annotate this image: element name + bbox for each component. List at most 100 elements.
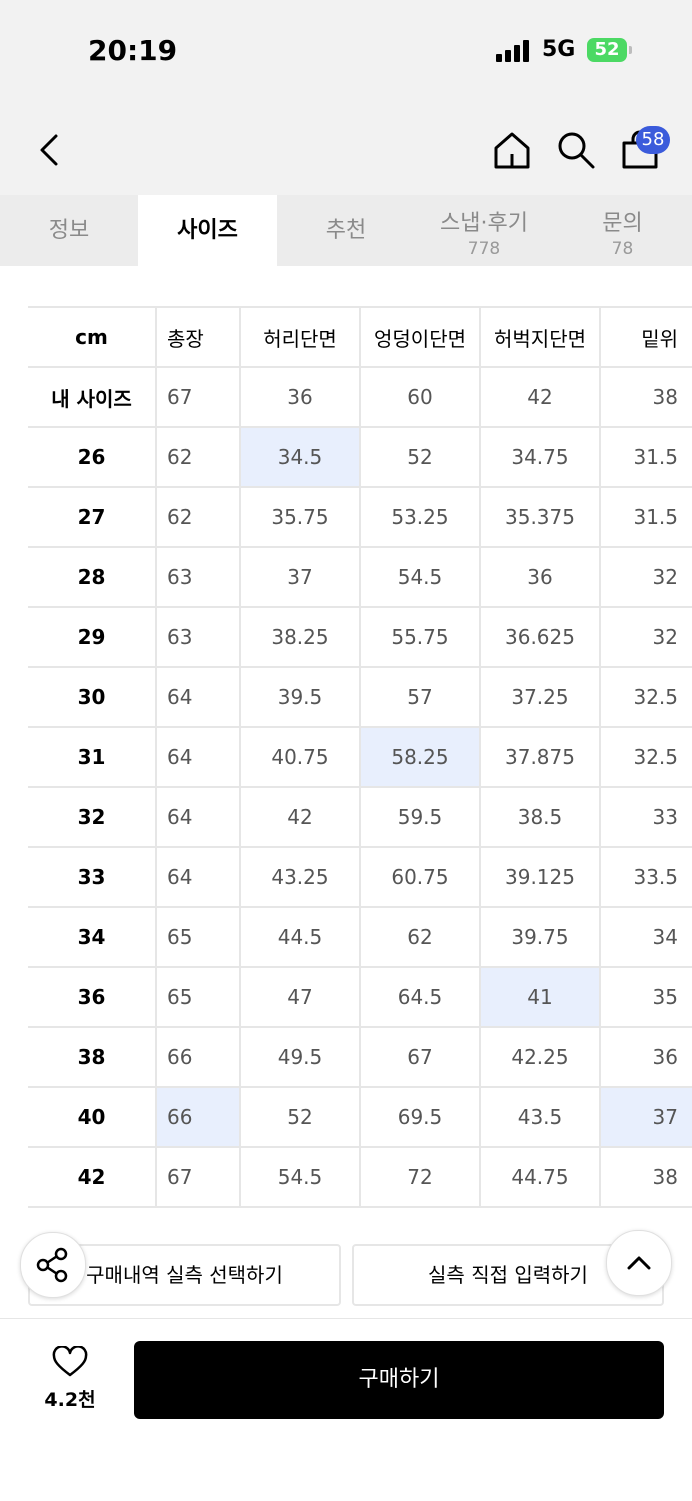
size-label-cell: 27 bbox=[28, 487, 157, 548]
table-cell: 65 bbox=[156, 907, 241, 968]
table-cell: 34.75 bbox=[480, 427, 601, 488]
table-cell: 63 bbox=[156, 607, 241, 668]
table-cell: 32 bbox=[600, 547, 692, 608]
table-cell: 52 bbox=[240, 1087, 361, 1148]
tab-count: 78 bbox=[611, 239, 634, 259]
table-cell: 42.25 bbox=[480, 1027, 601, 1088]
table-cell: 37 bbox=[240, 547, 361, 608]
table-cell: 37.25 bbox=[480, 667, 601, 728]
size-label-cell: 40 bbox=[28, 1087, 157, 1148]
table-cell: 64 bbox=[156, 847, 241, 908]
search-icon[interactable] bbox=[556, 130, 596, 170]
table-cell: 37.875 bbox=[480, 727, 601, 788]
battery-tip bbox=[629, 46, 632, 54]
table-cell: 67 bbox=[360, 1027, 481, 1088]
table-row: 29 63 38.25 55.75 36.625 32 bbox=[28, 607, 692, 668]
signal-icon bbox=[496, 40, 532, 62]
table-row: 33 64 43.25 60.75 39.125 33.5 bbox=[28, 847, 692, 908]
table-cell: 47 bbox=[240, 967, 361, 1028]
buy-button[interactable]: 구매하기 bbox=[134, 1341, 664, 1419]
table-cell: 31.5 bbox=[600, 427, 692, 488]
table-cell: 44.5 bbox=[240, 907, 361, 968]
tab-size[interactable]: 사이즈 bbox=[138, 195, 277, 266]
tab-recommend[interactable]: 추천 bbox=[277, 195, 415, 266]
back-arrow-icon[interactable] bbox=[36, 132, 64, 168]
table-cell: 39.125 bbox=[480, 847, 601, 908]
table-row: 34 65 44.5 62 39.75 34 bbox=[28, 907, 692, 968]
size-label-cell: 28 bbox=[28, 547, 157, 608]
table-cell: 64.5 bbox=[360, 967, 481, 1028]
tab-info[interactable]: 정보 bbox=[0, 195, 138, 266]
table-cell: 34 bbox=[600, 907, 692, 968]
table-row: 내 사이즈 67 36 60 42 38 bbox=[28, 367, 692, 428]
table-header-cell: cm bbox=[28, 306, 157, 368]
table-header-cell: 총장 bbox=[156, 306, 241, 368]
status-time: 20:19 bbox=[88, 34, 178, 67]
like-count: 4.2천 bbox=[44, 1389, 96, 1411]
table-row: 30 64 39.5 57 37.25 32.5 bbox=[28, 667, 692, 728]
scroll-to-top-button[interactable] bbox=[606, 1230, 672, 1296]
table-row: 28 63 37 54.5 36 32 bbox=[28, 547, 692, 608]
home-icon[interactable] bbox=[492, 130, 532, 170]
table-cell: 38 bbox=[600, 1147, 692, 1208]
tab-label: 사이즈 bbox=[177, 218, 238, 243]
tab-snap-review[interactable]: 스냅·후기 778 bbox=[415, 195, 553, 266]
table-cell: 33.5 bbox=[600, 847, 692, 908]
table-row: 42 67 54.5 72 44.75 38 bbox=[28, 1147, 692, 1208]
table-header-cell: 밑위 bbox=[600, 306, 692, 368]
table-cell: 32.5 bbox=[600, 727, 692, 788]
tab-bar: 정보 사이즈 추천 스냅·후기 778 문의 78 bbox=[0, 195, 692, 266]
table-cell: 62 bbox=[360, 907, 481, 968]
tab-label: 문의 bbox=[602, 211, 643, 236]
table-cell: 43.5 bbox=[480, 1087, 601, 1148]
table-cell: 32.5 bbox=[600, 667, 692, 728]
table-cell: 53.25 bbox=[360, 487, 481, 548]
table-cell: 40.75 bbox=[240, 727, 361, 788]
size-table: cm 총장 허리단면 엉덩이단면 허벅지단면 밑위 내 사이즈 67 36 60 42 38 26 62 3… bbox=[28, 306, 692, 1208]
share-button[interactable] bbox=[20, 1232, 86, 1298]
table-header-row: cm 총장 허리단면 엉덩이단면 허벅지단면 밑위 bbox=[28, 306, 692, 368]
table-cell: 37 bbox=[600, 1087, 692, 1148]
table-cell: 72 bbox=[360, 1147, 481, 1208]
tab-inquiry[interactable]: 문의 78 bbox=[553, 195, 692, 266]
size-label-cell: 31 bbox=[28, 727, 157, 788]
table-cell: 52 bbox=[360, 427, 481, 488]
table-cell: 54.5 bbox=[240, 1147, 361, 1208]
table-cell: 60.75 bbox=[360, 847, 481, 908]
heart-icon[interactable] bbox=[52, 1346, 88, 1378]
table-cell: 62 bbox=[156, 427, 241, 488]
table-cell: 42 bbox=[480, 367, 601, 428]
table-cell: 58.25 bbox=[360, 727, 481, 788]
table-cell: 39.5 bbox=[240, 667, 361, 728]
table-row: 27 62 35.75 53.25 35.375 31.5 bbox=[28, 487, 692, 548]
table-cell: 59.5 bbox=[360, 787, 481, 848]
table-row: 32 64 42 59.5 38.5 33 bbox=[28, 787, 692, 848]
table-cell: 32 bbox=[600, 607, 692, 668]
table-cell: 64 bbox=[156, 667, 241, 728]
size-label-cell: 30 bbox=[28, 667, 157, 728]
table-cell: 60 bbox=[360, 367, 481, 428]
table-row: 38 66 49.5 67 42.25 36 bbox=[28, 1027, 692, 1088]
table-cell: 55.75 bbox=[360, 607, 481, 668]
table-cell: 42 bbox=[240, 787, 361, 848]
table-cell: 38.5 bbox=[480, 787, 601, 848]
tab-label: 정보 bbox=[48, 218, 90, 243]
table-cell: 54.5 bbox=[360, 547, 481, 608]
table-cell: 36.625 bbox=[480, 607, 601, 668]
table-cell: 33 bbox=[600, 787, 692, 848]
share-icon bbox=[36, 1247, 68, 1283]
table-cell: 49.5 bbox=[240, 1027, 361, 1088]
size-label-cell: 내 사이즈 bbox=[28, 367, 157, 428]
table-cell: 43.25 bbox=[240, 847, 361, 908]
table-header-cell: 엉덩이단면 bbox=[360, 306, 481, 368]
tab-label: 스냅·후기 bbox=[440, 211, 528, 236]
table-cell: 63 bbox=[156, 547, 241, 608]
battery-level: 52 bbox=[594, 39, 620, 60]
table-cell: 36 bbox=[240, 367, 361, 428]
chevron-up-icon bbox=[627, 1256, 651, 1270]
size-label-cell: 38 bbox=[28, 1027, 157, 1088]
size-label-cell: 26 bbox=[28, 427, 157, 488]
table-cell: 39.75 bbox=[480, 907, 601, 968]
table-cell: 66 bbox=[156, 1087, 241, 1148]
table-header-cell: 허리단면 bbox=[240, 306, 361, 368]
